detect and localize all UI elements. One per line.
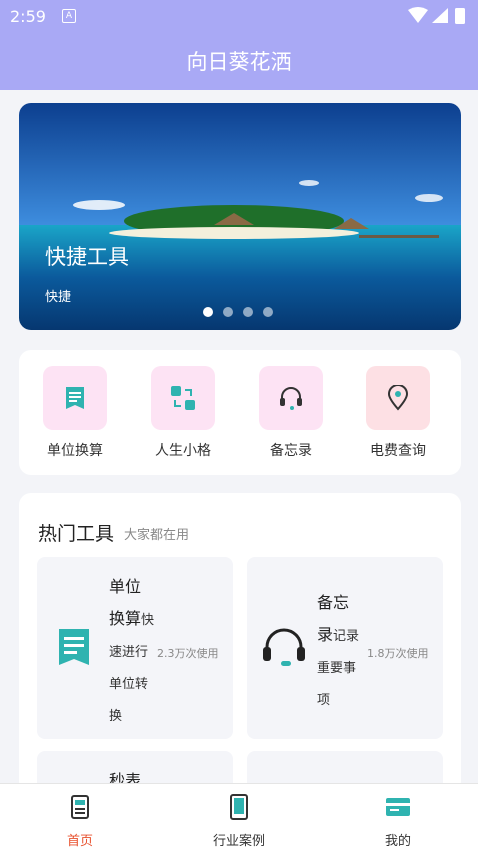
- carousel-dot[interactable]: [223, 307, 233, 317]
- usage-count: 1.8万次使用: [367, 647, 429, 660]
- status-time: 2:59: [10, 7, 46, 26]
- tablet-icon: [230, 794, 248, 820]
- tab-industry-cases[interactable]: 行业案例: [179, 794, 299, 849]
- section-subtitle: 大家都在用: [124, 528, 190, 543]
- hot-tool-card-unit[interactable]: 单位 换算快 速进行 单位转 换 2.3万次使用: [37, 557, 233, 739]
- headset-icon: [259, 366, 323, 430]
- battery-icon: [455, 8, 465, 24]
- bottom-tab-bar: 首页 行业案例 我的: [0, 783, 478, 851]
- card-desc: 快: [141, 613, 155, 628]
- document-icon: [43, 366, 107, 430]
- carousel-dot[interactable]: [243, 307, 253, 317]
- signal-icon: [432, 8, 448, 23]
- card-title-line: 录: [317, 625, 334, 644]
- quick-tool-memo[interactable]: 备忘录: [246, 366, 336, 460]
- quick-tool-label: 单位换算: [47, 443, 103, 459]
- wifi-icon: [408, 7, 428, 23]
- tab-home[interactable]: 首页: [20, 794, 140, 849]
- hot-tool-card-memo[interactable]: 备忘 录记录 重要事 项 1.8万次使用: [247, 557, 443, 739]
- hot-tools-section: 热门工具 大家都在用 单位 换算快 速进行 单位转 换 2.3万次使用 备忘 录…: [19, 493, 461, 793]
- card-desc: 项: [317, 693, 331, 708]
- system-icons: [408, 7, 465, 24]
- carousel-indicator: [203, 307, 273, 317]
- section-title: 热门工具: [38, 523, 115, 545]
- banner-subtitle: 快捷: [45, 290, 72, 305]
- location-pin-icon: [366, 366, 430, 430]
- banner-carousel[interactable]: 快捷工具 快捷: [19, 103, 461, 330]
- document-icon: [59, 629, 89, 665]
- card-desc: 记录: [333, 629, 360, 644]
- status-bar: 2:59 A: [0, 0, 478, 32]
- carousel-dot[interactable]: [263, 307, 273, 317]
- card-title-line: 换算: [109, 609, 142, 628]
- tab-mine[interactable]: 我的: [338, 794, 458, 849]
- quick-tool-label: 电费查询: [370, 443, 426, 459]
- app-header: 向日葵花洒: [0, 32, 478, 90]
- card-desc: 换: [109, 709, 123, 724]
- quick-tool-label: 人生小格: [155, 443, 211, 459]
- page-title: 向日葵花洒: [186, 50, 292, 74]
- banner-title: 快捷工具: [45, 245, 129, 269]
- home-doc-icon: [71, 795, 89, 819]
- tab-label: 我的: [384, 834, 411, 849]
- headset-icon: [263, 628, 305, 666]
- card-title-line: 单位: [109, 577, 142, 596]
- quick-tools-panel: 单位换算 人生小格 备忘录 电费查询: [19, 350, 461, 475]
- tab-label: 行业案例: [212, 834, 265, 849]
- quick-tool-unit-conversion[interactable]: 单位换算: [30, 366, 120, 460]
- usage-count: 2.3万次使用: [157, 647, 219, 660]
- banner-image: [19, 103, 461, 330]
- tab-label: 首页: [66, 834, 93, 849]
- card-title-line: 备忘: [317, 593, 350, 612]
- quick-tool-label: 备忘录: [270, 443, 312, 459]
- quick-tool-life-grid[interactable]: 人生小格: [138, 366, 228, 460]
- carousel-dot[interactable]: [203, 307, 213, 317]
- quick-tool-electricity[interactable]: 电费查询: [353, 366, 443, 460]
- notification-a-icon: A: [62, 9, 76, 23]
- card-desc: 单位转: [109, 677, 149, 692]
- swap-icon: [151, 366, 215, 430]
- card-icon: [386, 798, 410, 816]
